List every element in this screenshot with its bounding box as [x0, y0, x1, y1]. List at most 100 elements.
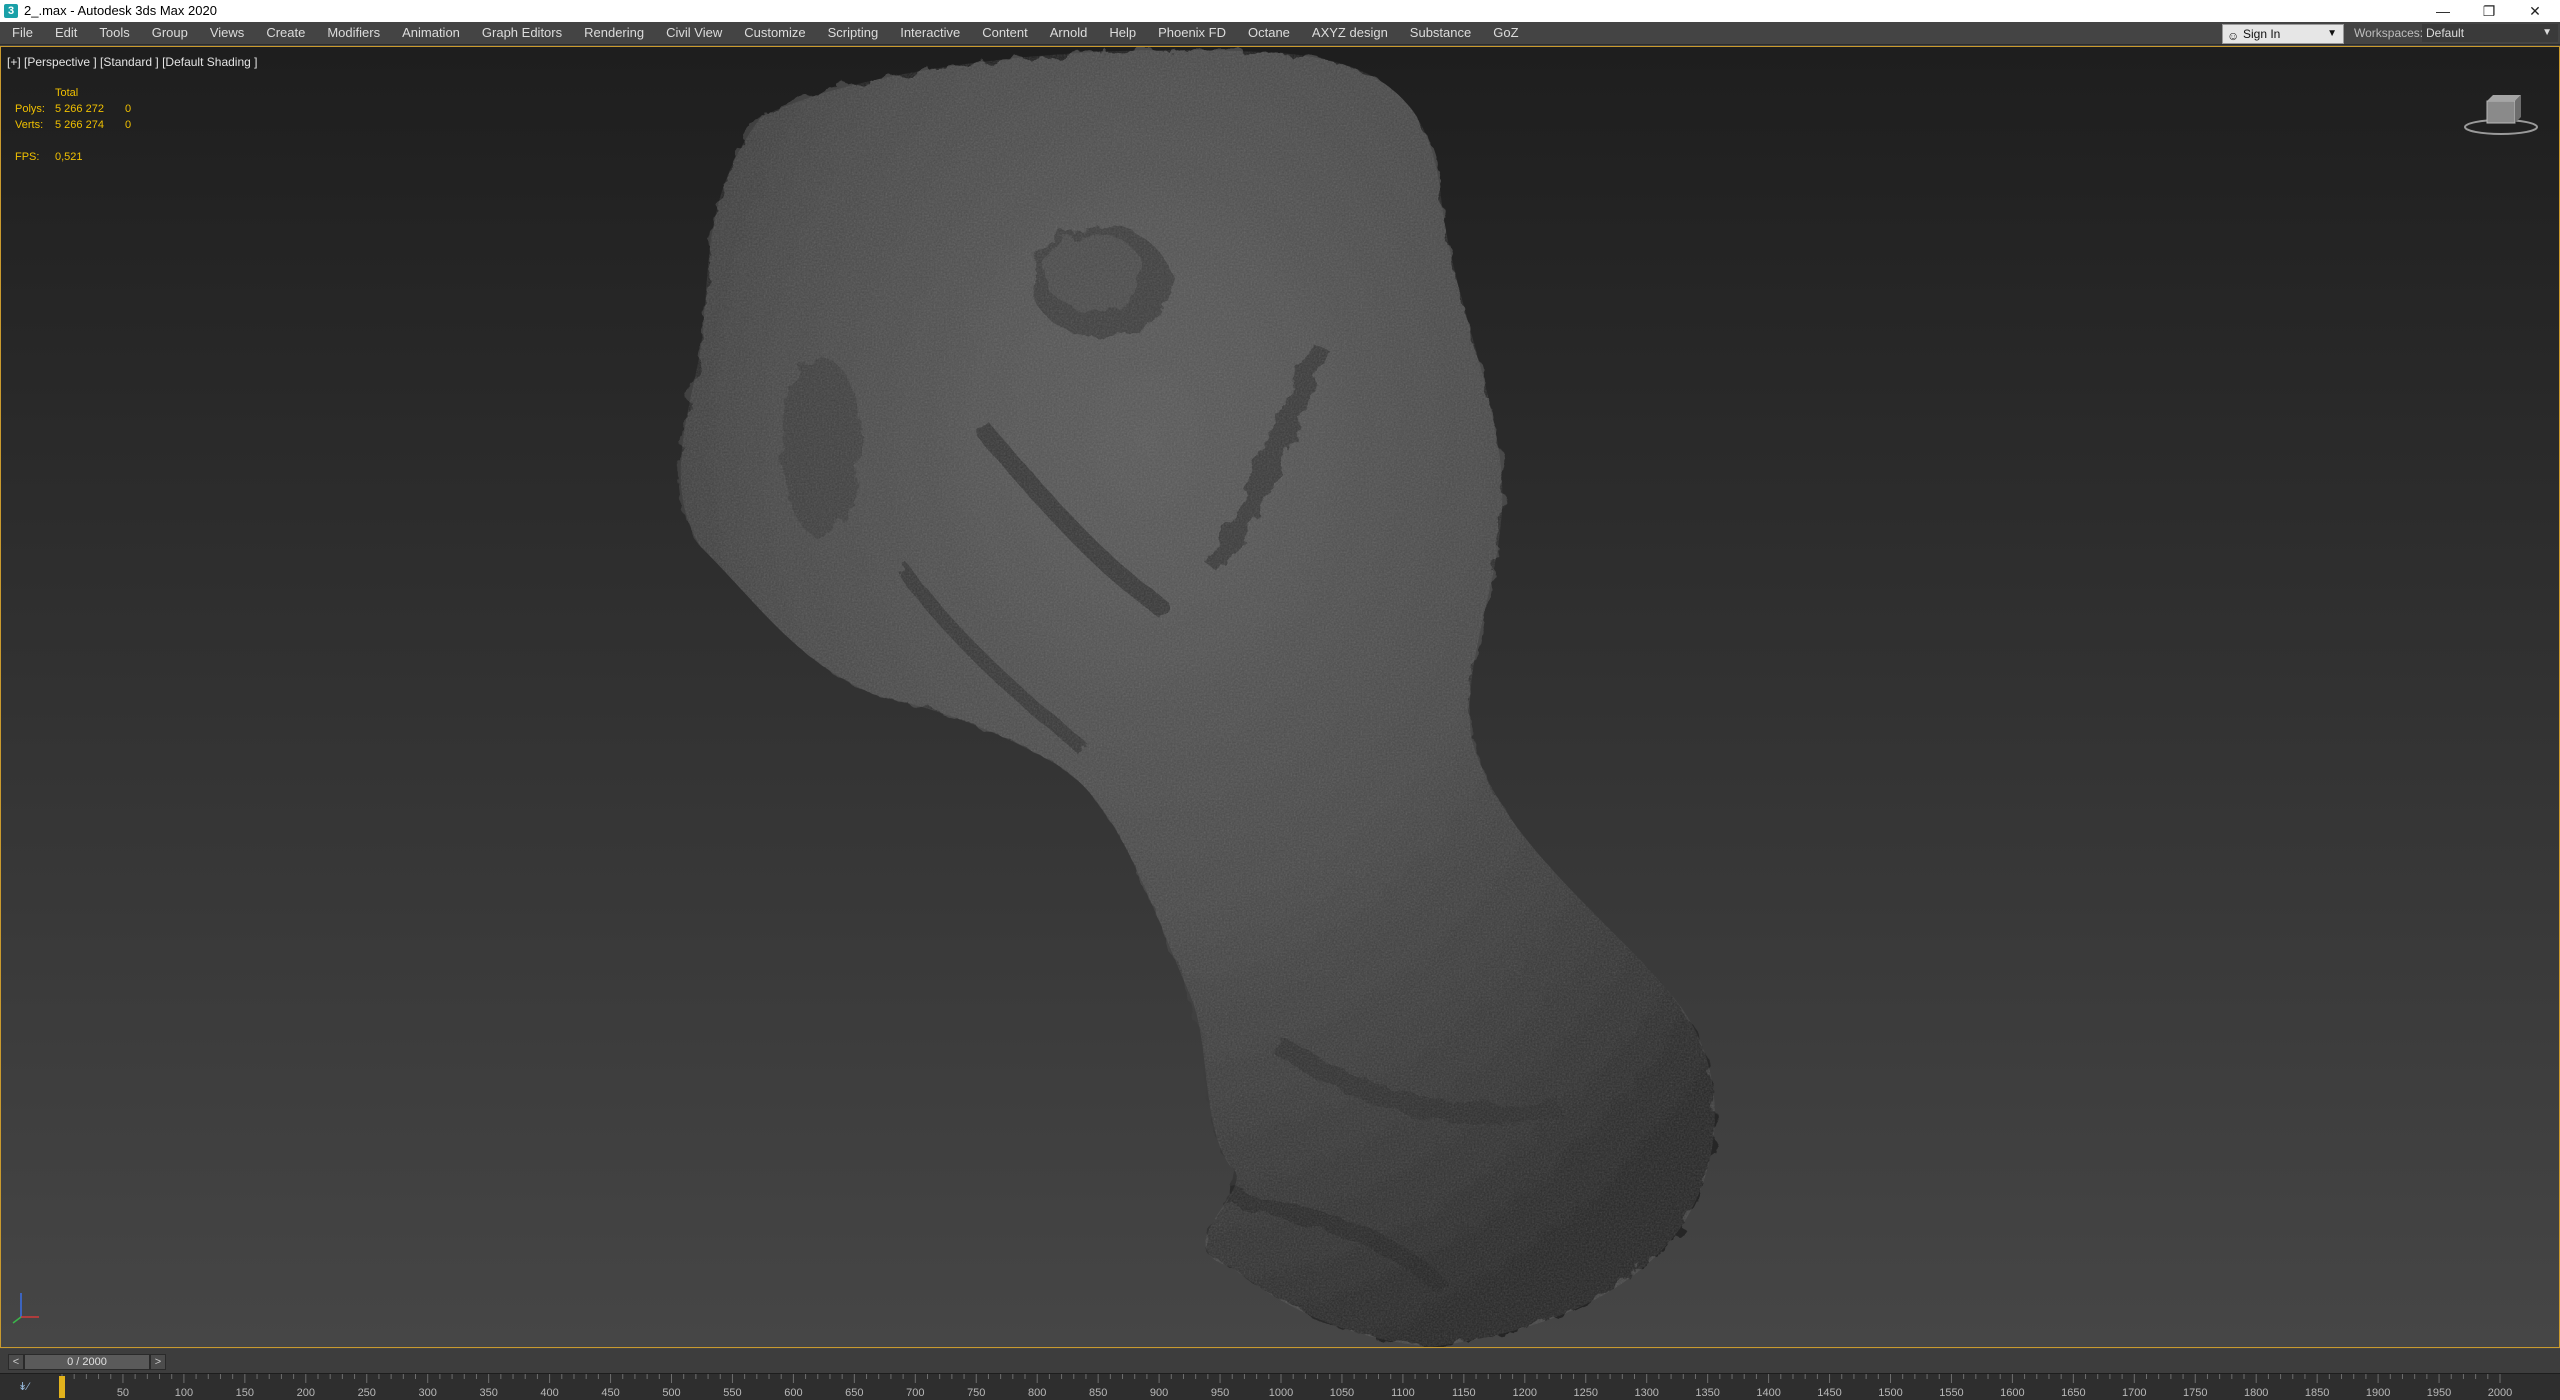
menu-goz[interactable]: GoZ — [1483, 22, 1530, 44]
ruler-tick-label: 1300 — [1634, 1387, 1658, 1399]
next-frame-button[interactable]: > — [150, 1354, 166, 1370]
axis-tripod-icon — [12, 1293, 39, 1324]
ruler-tick-label: 50 — [117, 1387, 129, 1399]
ruler-tick-label: 1150 — [1452, 1387, 1476, 1399]
workspaces-value: Default — [2426, 26, 2465, 40]
ruler-tick-label: 1200 — [1513, 1387, 1537, 1399]
track-bar[interactable]: ↡⁄ 50 100 150 200 250 300 350 400 450 500 550 600 65… — [0, 1373, 2560, 1400]
menu-axyz-design[interactable]: AXYZ design — [1302, 22, 1400, 44]
user-icon: ☺ — [2227, 29, 2240, 43]
ruler-tick-label: 650 — [845, 1387, 863, 1399]
ruler-tick-label: 1750 — [2183, 1387, 2207, 1399]
ruler-tick-label: 1700 — [2122, 1387, 2146, 1399]
ruler-tick-label: 350 — [479, 1387, 497, 1399]
current-frame-marker[interactable] — [59, 1376, 65, 1398]
menu-customize[interactable]: Customize — [734, 22, 817, 44]
workspaces-dropdown[interactable]: Default ▼ — [2422, 24, 2558, 42]
ruler-tick-label: 100 — [175, 1387, 193, 1399]
menu-interactive[interactable]: Interactive — [890, 22, 972, 44]
stats-verts-label: Verts: — [15, 119, 44, 131]
app-logo-icon: 3 — [4, 4, 18, 18]
menu-edit[interactable]: Edit — [45, 22, 89, 44]
workspaces-selector: Workspaces: Default ▼ — [2346, 22, 2560, 44]
restore-button[interactable]: ❐ — [2466, 0, 2512, 22]
ruler-tick-label: 1900 — [2366, 1387, 2390, 1399]
ruler-tick-label: 400 — [540, 1387, 558, 1399]
menu-help[interactable]: Help — [1099, 22, 1148, 44]
sign-in-dropdown[interactable]: ☺ Sign In ▼ — [2222, 24, 2344, 44]
title-bar: 3 2_.max - Autodesk 3ds Max 2020 — ❐ ✕ — [0, 0, 2560, 22]
ruler-tick-label: 550 — [723, 1387, 741, 1399]
menu-group[interactable]: Group — [142, 22, 200, 44]
ruler-tick-label: 450 — [601, 1387, 619, 1399]
ruler-tick-label: 1050 — [1330, 1387, 1354, 1399]
ruler-tick-label: 1650 — [2061, 1387, 2085, 1399]
ruler-tick-label: 1800 — [2244, 1387, 2268, 1399]
ruler-tick-label: 750 — [967, 1387, 985, 1399]
menu-rendering[interactable]: Rendering — [574, 22, 656, 44]
menu-phoenix-fd[interactable]: Phoenix FD — [1148, 22, 1238, 44]
menu-animation[interactable]: Animation — [392, 22, 472, 44]
ruler-tick-label: 950 — [1211, 1387, 1229, 1399]
ruler-tick-label: 1950 — [2427, 1387, 2451, 1399]
viewcube-icon[interactable] — [2461, 89, 2541, 139]
ruler-tick-label: 600 — [784, 1387, 802, 1399]
chevron-down-icon: ▼ — [2327, 28, 2337, 39]
minimize-button[interactable]: — — [2420, 0, 2466, 22]
stats-polys-label: Polys: — [15, 103, 45, 115]
time-slider: < 0 / 2000 > — [0, 1349, 2560, 1373]
ruler-tick-label: 800 — [1028, 1387, 1046, 1399]
close-button[interactable]: ✕ — [2512, 0, 2558, 22]
ruler-tick-label: 850 — [1089, 1387, 1107, 1399]
workspaces-label: Workspaces: — [2354, 26, 2424, 40]
menu-scripting[interactable]: Scripting — [818, 22, 891, 44]
ruler-tick-label: 1550 — [1939, 1387, 1963, 1399]
menu-octane[interactable]: Octane — [1238, 22, 1302, 44]
sign-in-label: Sign In — [2243, 27, 2281, 41]
ruler-tick-label: 500 — [662, 1387, 680, 1399]
menu-substance[interactable]: Substance — [1400, 22, 1483, 44]
menu-create[interactable]: Create — [256, 22, 317, 44]
ruler-tick-label: 1350 — [1695, 1387, 1719, 1399]
menu-content[interactable]: Content — [972, 22, 1040, 44]
ruler-tick-label: 200 — [297, 1387, 315, 1399]
stats-verts-selected: 0 — [125, 119, 132, 131]
ruler-tick-label: 1000 — [1269, 1387, 1293, 1399]
rock-mesh[interactable] — [1, 47, 2559, 1347]
menu-arnold[interactable]: Arnold — [1040, 22, 1100, 44]
window-title: 2_.max - Autodesk 3ds Max 2020 — [24, 3, 217, 18]
menu-views[interactable]: Views — [200, 22, 256, 44]
app-window: 3 2_.max - Autodesk 3ds Max 2020 — ❐ ✕ F… — [0, 0, 2560, 1400]
ruler-tick-label: 150 — [236, 1387, 254, 1399]
viewport-label-menu[interactable]: [+] [Perspective ] [Standard ] [Default … — [7, 55, 257, 69]
ruler-tick-label: 1450 — [1817, 1387, 1841, 1399]
ruler-tick-label: 250 — [358, 1387, 376, 1399]
time-slider-handle[interactable]: 0 / 2000 — [24, 1354, 150, 1370]
stats-verts-value: 5 266 274 — [55, 119, 104, 131]
stats-polys-value: 5 266 272 — [55, 103, 104, 115]
ruler-tick-label: 1400 — [1756, 1387, 1780, 1399]
ruler-tick-label: 700 — [906, 1387, 924, 1399]
ruler-tick-label: 1250 — [1574, 1387, 1598, 1399]
menu-tools[interactable]: Tools — [89, 22, 141, 44]
ruler-tick-label: 900 — [1150, 1387, 1168, 1399]
menu-civil-view[interactable]: Civil View — [656, 22, 734, 44]
previous-frame-button[interactable]: < — [8, 1354, 24, 1370]
stats-total-header: Total — [55, 87, 79, 99]
perspective-viewport[interactable]: [+] [Perspective ] [Standard ] [Default … — [0, 46, 2560, 1348]
ruler-tick-label: 1850 — [2305, 1387, 2329, 1399]
stats-fps-value: 0,521 — [55, 151, 83, 163]
chevron-down-icon: ▼ — [2542, 27, 2552, 38]
menu-bar: File Edit Tools Group Views Create Modifiers An… — [0, 22, 2560, 45]
ruler-tick-label: 1500 — [1878, 1387, 1902, 1399]
ruler-tick-label: 1100 — [1391, 1387, 1415, 1399]
menu-file[interactable]: File — [0, 22, 45, 44]
track-bar-ruler: 50 100 150 200 250 300 350 400 450 500 550 600 650 70… — [59, 1374, 2512, 1399]
menu-graph-editors[interactable]: Graph Editors — [472, 22, 574, 44]
menu-modifiers[interactable]: Modifiers — [317, 22, 392, 44]
stats-fps-label: FPS: — [15, 151, 40, 163]
ruler-tick-label: 1600 — [2000, 1387, 2024, 1399]
stats-polys-selected: 0 — [125, 103, 132, 115]
ruler-tick-label: 2000 — [2488, 1387, 2512, 1399]
ruler-tick-label: 300 — [419, 1387, 437, 1399]
